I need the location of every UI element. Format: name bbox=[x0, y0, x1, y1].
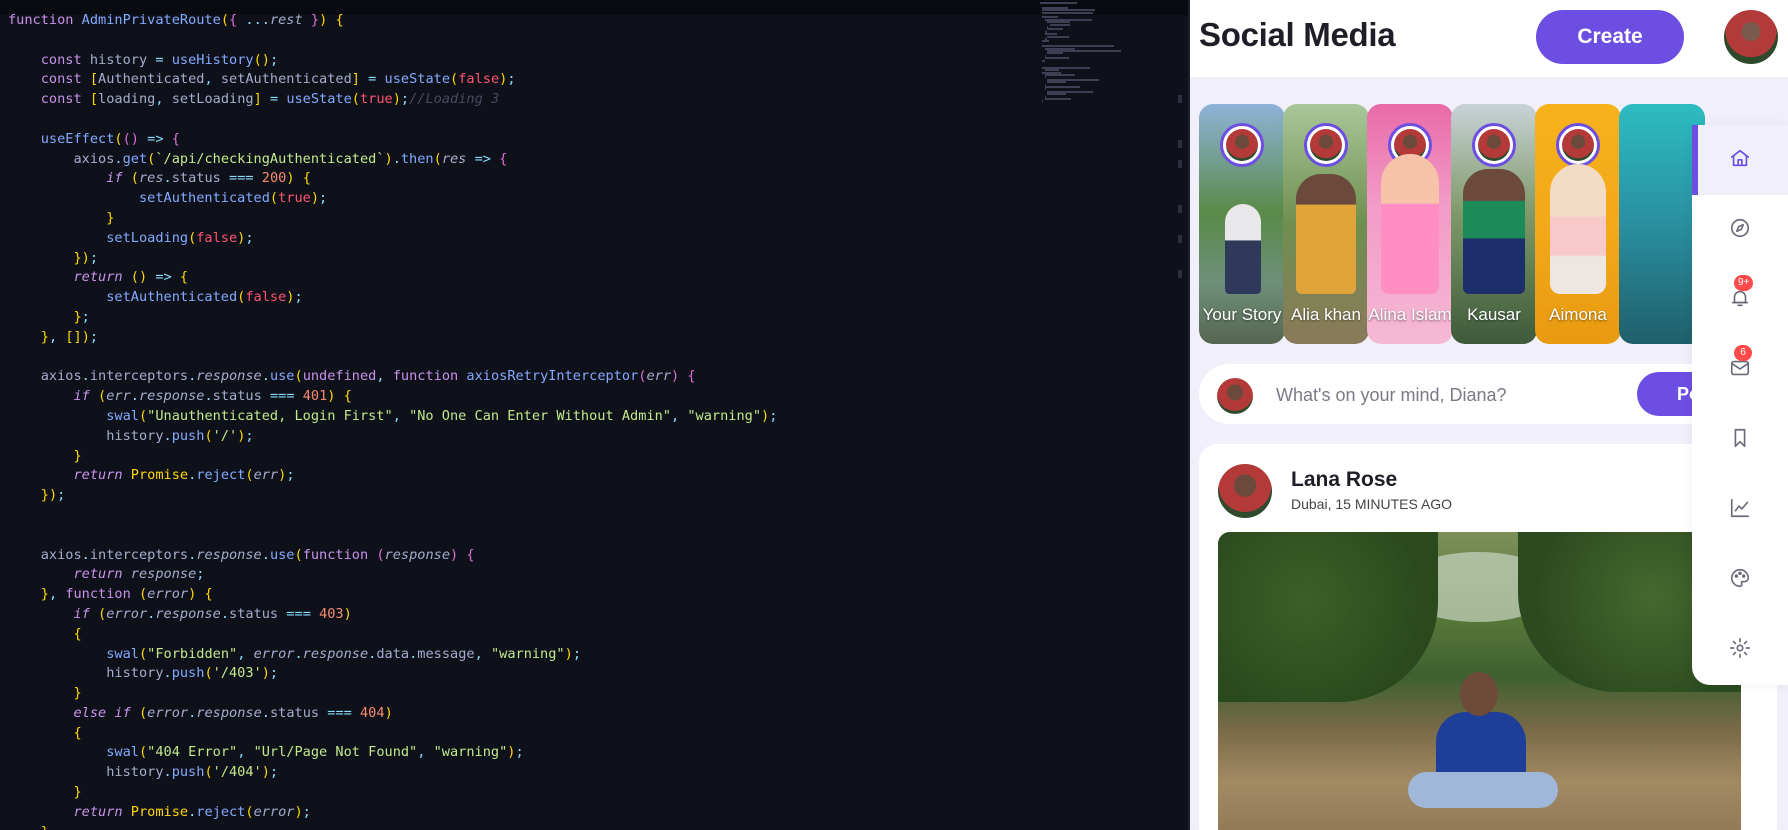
palette-icon bbox=[1729, 567, 1751, 594]
code-line[interactable]: }); bbox=[0, 486, 777, 506]
nav-theme[interactable] bbox=[1692, 545, 1788, 615]
explore-icon bbox=[1729, 217, 1751, 244]
code-line[interactable]: }); bbox=[0, 249, 777, 269]
story-person bbox=[1225, 204, 1261, 294]
code-line[interactable]: else if (error.response.status === 404) bbox=[0, 704, 777, 724]
story-person bbox=[1550, 164, 1606, 294]
code-line[interactable]: const [loading, setLoading] = useState(t… bbox=[0, 90, 777, 110]
nav-messages[interactable]: 6 bbox=[1692, 335, 1788, 405]
code-line[interactable]: }, function (error) { bbox=[0, 585, 777, 605]
code-line[interactable]: } bbox=[0, 209, 777, 229]
code-line[interactable]: function AdminPrivateRoute({ ...rest }) … bbox=[0, 11, 777, 31]
code-line[interactable] bbox=[0, 506, 777, 526]
profile-avatar[interactable] bbox=[1724, 10, 1778, 64]
nav-home[interactable] bbox=[1692, 125, 1788, 195]
story-avatar bbox=[1220, 123, 1264, 167]
code-line[interactable] bbox=[0, 110, 777, 130]
analytics-icon bbox=[1729, 497, 1751, 524]
story-card[interactable]: Alina Islam bbox=[1367, 104, 1453, 344]
side-navigation: 9+ 6 bbox=[1692, 125, 1788, 685]
nav-bookmarks[interactable] bbox=[1692, 405, 1788, 475]
code-line[interactable]: history.push('/403'); bbox=[0, 664, 777, 684]
code-line[interactable]: return () => { bbox=[0, 268, 777, 288]
code-editor[interactable]: function AdminPrivateRoute({ ...rest }) … bbox=[0, 0, 1190, 830]
story-avatar bbox=[1472, 123, 1516, 167]
composer-avatar bbox=[1217, 378, 1253, 414]
story-card[interactable]: Aimona bbox=[1535, 104, 1621, 344]
code-line[interactable] bbox=[0, 526, 777, 546]
story-label: Kausar bbox=[1467, 305, 1521, 324]
code-line[interactable]: { bbox=[0, 724, 777, 744]
code-line[interactable]: history.push('/404'); bbox=[0, 763, 777, 783]
code-line[interactable]: { bbox=[0, 625, 777, 645]
author-name[interactable]: Lana Rose bbox=[1291, 468, 1397, 492]
story-label: Your Story bbox=[1202, 305, 1282, 324]
code-line[interactable]: axios.get(`/api/checkingAuthenticated`).… bbox=[0, 150, 777, 170]
messages-badge: 6 bbox=[1734, 345, 1752, 361]
create-button[interactable]: Create bbox=[1536, 10, 1684, 64]
code-line[interactable] bbox=[0, 31, 777, 51]
code-line[interactable]: return Promise.reject(error); bbox=[0, 803, 777, 823]
nav-explore[interactable] bbox=[1692, 195, 1788, 265]
code-line[interactable]: swal("Forbidden", error.response.data.me… bbox=[0, 645, 777, 665]
code-line[interactable]: if (res.status === 200) { bbox=[0, 169, 777, 189]
story-person bbox=[1381, 154, 1439, 294]
story-person bbox=[1463, 169, 1525, 294]
nav-notifications[interactable]: 9+ bbox=[1692, 265, 1788, 335]
code-line[interactable]: swal("404 Error", "Url/Page Not Found", … bbox=[0, 743, 777, 763]
feed-post: Lana Rose Dubai, 15 MINUTES AGO bbox=[1199, 444, 1777, 830]
story-label: Aimona bbox=[1549, 305, 1607, 324]
code-line[interactable]: setAuthenticated(false); bbox=[0, 288, 777, 308]
code-content[interactable]: function AdminPrivateRoute({ ...rest }) … bbox=[0, 11, 777, 830]
code-line[interactable]: axios.interceptors.response.use(function… bbox=[0, 546, 777, 566]
author-avatar[interactable] bbox=[1218, 464, 1272, 518]
nav-analytics[interactable] bbox=[1692, 475, 1788, 545]
app-logo[interactable]: Social Media bbox=[1199, 16, 1396, 54]
code-line[interactable]: const history = useHistory(); bbox=[0, 51, 777, 71]
code-line[interactable]: } bbox=[0, 823, 777, 830]
minimap[interactable] bbox=[1040, 0, 1180, 120]
code-line[interactable]: }, []); bbox=[0, 328, 777, 348]
code-line[interactable]: swal("Unauthenticated, Login First", "No… bbox=[0, 407, 777, 427]
code-line[interactable]: } bbox=[0, 447, 777, 467]
code-line[interactable]: } bbox=[0, 783, 777, 803]
code-line[interactable]: } bbox=[0, 684, 777, 704]
story-avatar bbox=[1556, 123, 1600, 167]
code-line[interactable]: setAuthenticated(true); bbox=[0, 189, 777, 209]
code-line[interactable]: setLoading(false); bbox=[0, 229, 777, 249]
home-icon bbox=[1729, 147, 1751, 174]
nav-settings[interactable] bbox=[1692, 615, 1788, 685]
code-line[interactable]: if (err.response.status === 401) { bbox=[0, 387, 777, 407]
story-card[interactable]: Kausar bbox=[1451, 104, 1537, 344]
post-composer: Post bbox=[1199, 364, 1777, 424]
story-label: Alia khan bbox=[1291, 305, 1361, 324]
post-meta: Dubai, 15 MINUTES AGO bbox=[1291, 496, 1453, 512]
code-line[interactable]: return response; bbox=[0, 565, 777, 585]
code-line[interactable]: return Promise.reject(err); bbox=[0, 466, 777, 486]
code-line[interactable]: const [Authenticated, setAuthenticated] … bbox=[0, 70, 777, 90]
code-line[interactable]: }; bbox=[0, 308, 777, 328]
code-line[interactable] bbox=[0, 348, 777, 368]
story-avatar bbox=[1304, 123, 1348, 167]
code-line[interactable]: axios.interceptors.response.use(undefine… bbox=[0, 367, 777, 387]
app-header: Social Media Create bbox=[1190, 0, 1788, 77]
code-line[interactable]: if (error.response.status === 403) bbox=[0, 605, 777, 625]
code-line[interactable]: history.push('/'); bbox=[0, 427, 777, 447]
notifications-badge: 9+ bbox=[1734, 275, 1754, 291]
story-person bbox=[1296, 174, 1356, 294]
post-input[interactable] bbox=[1274, 379, 1578, 411]
code-line[interactable]: useEffect(() => { bbox=[0, 130, 777, 150]
bookmark-icon bbox=[1729, 427, 1751, 454]
story-card[interactable]: Alia khan bbox=[1283, 104, 1369, 344]
story-card[interactable]: Your Story bbox=[1199, 104, 1285, 344]
settings-icon bbox=[1729, 637, 1751, 664]
post-image[interactable] bbox=[1218, 532, 1741, 830]
story-label: Alina Islam bbox=[1368, 305, 1452, 324]
